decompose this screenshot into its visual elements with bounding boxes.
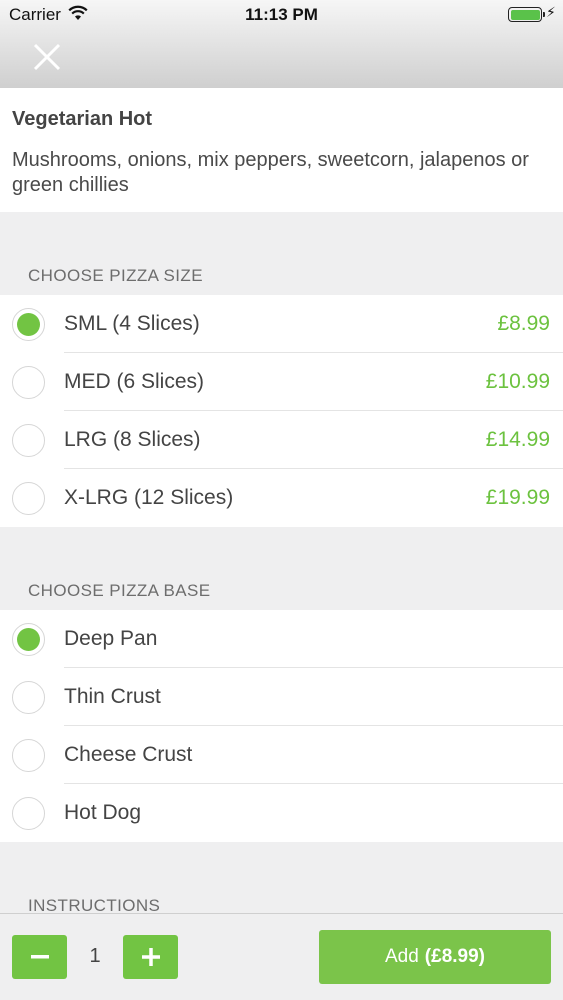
scroll-content[interactable]: Vegetarian Hot Mushrooms, onions, mix pe… bbox=[0, 88, 563, 925]
radio-icon[interactable] bbox=[12, 797, 45, 830]
base-option-hot-dog[interactable]: Hot Dog bbox=[0, 784, 563, 842]
radio-selected-icon[interactable] bbox=[12, 623, 45, 656]
size-option-med[interactable]: MED (6 Slices) £10.99 bbox=[0, 353, 563, 411]
radio-icon[interactable] bbox=[12, 681, 45, 714]
size-section-header: CHOOSE PIZZA SIZE bbox=[28, 266, 203, 285]
option-label: Cheese Crust bbox=[64, 743, 193, 766]
size-option-sml[interactable]: SML (4 Slices) £8.99 bbox=[0, 295, 563, 353]
add-button-price: (£8.99) bbox=[424, 946, 485, 967]
option-label: Deep Pan bbox=[64, 627, 158, 650]
add-button-label: Add bbox=[384, 946, 419, 967]
item-description: Mushrooms, onions, mix peppers, sweetcor… bbox=[12, 149, 529, 196]
order-footer: 1 Add (£8.99) bbox=[0, 913, 563, 1000]
option-price: £19.99 bbox=[485, 486, 550, 509]
add-to-order-button[interactable]: Add (£8.99) bbox=[319, 930, 551, 984]
size-option-lrg[interactable]: LRG (8 Slices) £14.99 bbox=[0, 411, 563, 469]
plus-icon bbox=[141, 948, 160, 966]
base-option-thin-crust[interactable]: Thin Crust bbox=[0, 668, 563, 726]
radio-selected-icon[interactable] bbox=[12, 308, 45, 341]
radio-icon[interactable] bbox=[12, 739, 45, 772]
close-icon bbox=[33, 43, 61, 71]
minus-icon bbox=[30, 955, 49, 959]
option-label: Hot Dog bbox=[64, 801, 142, 824]
increase-quantity-button[interactable] bbox=[123, 935, 178, 979]
option-price: £14.99 bbox=[485, 428, 550, 451]
quantity-value: 1 bbox=[89, 945, 101, 967]
size-option-xlrg[interactable]: X-LRG (12 Slices) £19.99 bbox=[0, 469, 563, 527]
close-button[interactable] bbox=[26, 36, 68, 78]
radio-icon[interactable] bbox=[12, 424, 45, 457]
base-option-deep-pan[interactable]: Deep Pan bbox=[0, 610, 563, 668]
decrease-quantity-button[interactable] bbox=[12, 935, 67, 979]
option-label: LRG (8 Slices) bbox=[64, 428, 201, 451]
clock: 11:13 PM bbox=[245, 5, 318, 24]
radio-icon[interactable] bbox=[12, 366, 45, 399]
option-label: MED (6 Slices) bbox=[64, 370, 205, 393]
charging-icon: ⚡ bbox=[546, 4, 556, 20]
option-price: £10.99 bbox=[485, 370, 550, 393]
option-label: SML (4 Slices) bbox=[64, 312, 200, 335]
option-label: X-LRG (12 Slices) bbox=[64, 486, 234, 509]
size-options: SML (4 Slices) £8.99 MED (6 Slices) £10.… bbox=[0, 295, 563, 527]
option-label: Thin Crust bbox=[64, 685, 161, 708]
base-option-cheese-crust[interactable]: Cheese Crust bbox=[0, 726, 563, 784]
base-section-header: CHOOSE PIZZA BASE bbox=[28, 581, 211, 600]
radio-icon[interactable] bbox=[12, 482, 45, 515]
base-options: Deep Pan Thin Crust Cheese Crust Hot Dog bbox=[0, 610, 563, 842]
option-price: £8.99 bbox=[497, 312, 550, 335]
top-bar: Carrier 11:13 PM ⚡ bbox=[0, 0, 563, 88]
item-title: Vegetarian Hot bbox=[12, 108, 153, 130]
battery-icon bbox=[508, 7, 545, 22]
status-bar: Carrier 11:13 PM ⚡ bbox=[0, 0, 563, 30]
item-card: Vegetarian Hot Mushrooms, onions, mix pe… bbox=[0, 88, 563, 212]
